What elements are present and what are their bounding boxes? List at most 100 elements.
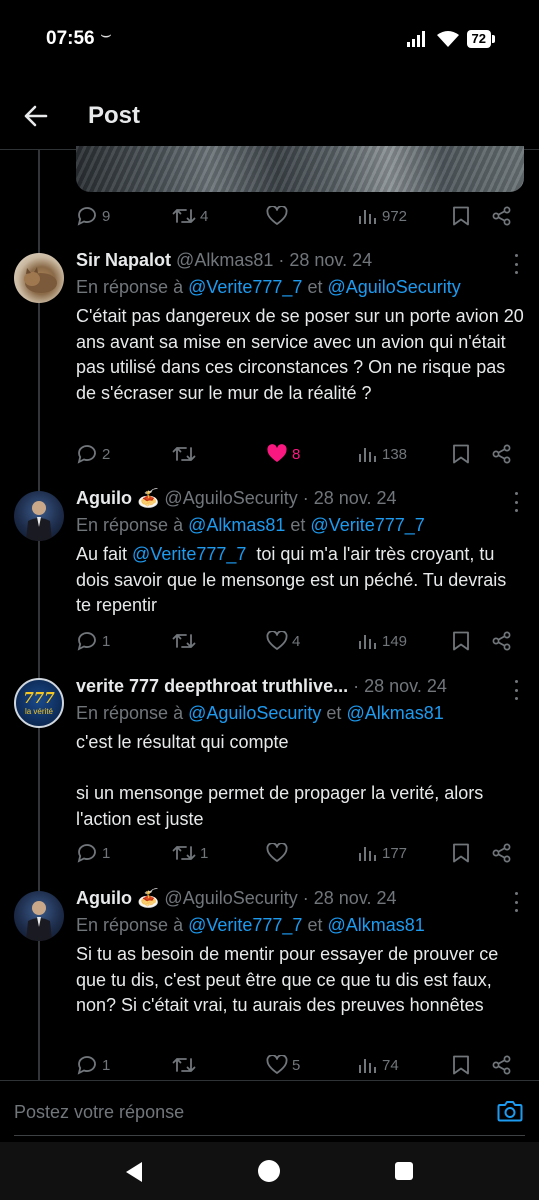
page-title: Post [88, 102, 141, 129]
views-button[interactable]: 74 [358, 1050, 399, 1080]
avatar[interactable] [14, 891, 64, 941]
reply-icon [77, 632, 96, 651]
views-count: 149 [382, 632, 408, 650]
app-header: Post [0, 80, 539, 150]
share-button[interactable] [492, 201, 512, 231]
nav-home-button[interactable] [258, 1160, 280, 1182]
views-button[interactable]: 149 [358, 626, 407, 656]
repost-button[interactable] [172, 626, 200, 656]
display-name[interactable]: verite 777 deepthroat truthlive... [76, 676, 348, 696]
more-options-button[interactable] [511, 492, 521, 512]
mention-link[interactable]: @Verite777_7 [310, 515, 424, 535]
heart-icon [266, 843, 288, 862]
back-button[interactable] [18, 100, 54, 132]
tweet-header: Sir Napalot @Alkmas81 · 28 nov. 24 [76, 250, 499, 274]
like-button[interactable] [266, 838, 292, 868]
share-button[interactable] [492, 838, 512, 868]
bookmark-icon [453, 631, 469, 651]
person-avatar-icon [26, 901, 52, 941]
avatar[interactable] [14, 253, 64, 303]
like-button[interactable]: 8 [266, 439, 300, 469]
tweet-text: C'était pas dangereux de se poser sur un… [76, 306, 524, 403]
more-options-button[interactable] [511, 680, 521, 700]
reply-composer[interactable]: Postez votre réponse [0, 1080, 539, 1142]
bookmark-button[interactable] [452, 626, 470, 656]
reply-button[interactable]: 1 [76, 1050, 110, 1080]
display-name[interactable]: Sir Napalot [76, 250, 171, 270]
action-bar: 2 8 138 [76, 439, 516, 469]
views-button[interactable]: 972 [358, 201, 407, 231]
reply-input[interactable]: Postez votre réponse [14, 1102, 184, 1123]
share-button[interactable] [492, 1050, 512, 1080]
repost-icon [172, 634, 196, 648]
repost-count: 4 [200, 207, 209, 225]
bookmark-button[interactable] [452, 439, 470, 469]
more-options-button[interactable] [511, 254, 521, 274]
battery-level: 72 [466, 30, 491, 48]
display-name[interactable]: Aguilo 🍝 [76, 888, 159, 908]
tweet-text: Au fait @Verite777_7 toi qui m'a l'air t… [76, 542, 526, 619]
repost-button[interactable]: 4 [172, 201, 208, 231]
camera-button[interactable] [497, 1099, 523, 1123]
system-nav-bar [0, 1142, 539, 1200]
more-options-button[interactable] [511, 892, 521, 912]
reply-button[interactable]: 1 [76, 626, 110, 656]
avatar-logo-sub: la vérité [24, 707, 53, 716]
share-button[interactable] [492, 439, 512, 469]
share-icon [492, 631, 511, 651]
user-handle[interactable]: @Alkmas81 [176, 250, 273, 270]
display-name[interactable]: Aguilo 🍝 [76, 488, 159, 508]
reply-count: 9 [102, 207, 111, 225]
mention-link[interactable]: @Alkmas81 [346, 703, 443, 723]
bookmark-button[interactable] [452, 838, 470, 868]
camera-icon [497, 1101, 523, 1122]
heart-icon [266, 631, 288, 650]
views-button[interactable]: 177 [358, 838, 407, 868]
reply-label: En réponse à [76, 277, 189, 297]
signal-icon [406, 31, 425, 47]
mention-link[interactable]: @Verite777_7 [188, 277, 302, 297]
bookmark-icon [453, 843, 469, 863]
mention-link[interactable]: @Verite777_7 [132, 544, 246, 564]
user-handle[interactable]: @AguiloSecurity [164, 488, 297, 508]
views-button[interactable]: 138 [358, 439, 407, 469]
bookmark-icon [453, 1055, 469, 1075]
mention-link[interactable]: @Verite777_7 [188, 915, 302, 935]
avatar[interactable] [14, 491, 64, 541]
avatar[interactable]: 777 la vérité [14, 678, 64, 728]
post-date: · 28 nov. 24 [302, 888, 397, 908]
share-button[interactable] [492, 626, 512, 656]
bookmark-button[interactable] [452, 1050, 470, 1080]
media-image[interactable] [76, 146, 524, 192]
wifi-icon [436, 31, 459, 47]
like-button[interactable] [266, 201, 292, 231]
tweet-text: Si tu as besoin de mentir pour essayer d… [76, 944, 499, 1016]
like-button[interactable]: 4 [266, 626, 300, 656]
reply-button[interactable]: 2 [76, 439, 110, 469]
tweet-text: c'est le résultat qui compte si un menso… [76, 730, 526, 832]
reply-count: 2 [102, 445, 111, 463]
mention-link[interactable]: @AguiloSecurity [188, 703, 321, 723]
bookmark-button[interactable] [452, 201, 470, 231]
reply-button[interactable]: 1 [76, 838, 110, 868]
views-icon [359, 1059, 376, 1073]
nav-recents-button[interactable] [395, 1162, 413, 1180]
repost-button[interactable]: 1 [172, 838, 208, 868]
tweet-text-part: Au fait [76, 544, 133, 564]
mention-link[interactable]: @Alkmas81 [327, 915, 424, 935]
reply-separator: et [302, 277, 328, 297]
tweet-header: Aguilo 🍝 @AguiloSecurity · 28 nov. 24 [76, 488, 499, 512]
reply-button[interactable]: 9 [76, 201, 110, 231]
nav-back-icon[interactable] [124, 1161, 144, 1183]
user-handle[interactable]: @AguiloSecurity [164, 888, 297, 908]
status-time: 07:56 [46, 28, 95, 49]
repost-button[interactable] [172, 1050, 200, 1080]
arrow-left-icon [24, 105, 48, 127]
action-bar: 1 5 74 [76, 1050, 516, 1080]
mention-link[interactable]: @Alkmas81 [188, 515, 285, 535]
post-date: · 28 nov. 24 [302, 488, 397, 508]
mention-link[interactable]: @AguiloSecurity [327, 277, 460, 297]
repost-button[interactable] [172, 439, 200, 469]
like-button[interactable]: 5 [266, 1050, 300, 1080]
avatar-logo: 777 [23, 689, 55, 707]
